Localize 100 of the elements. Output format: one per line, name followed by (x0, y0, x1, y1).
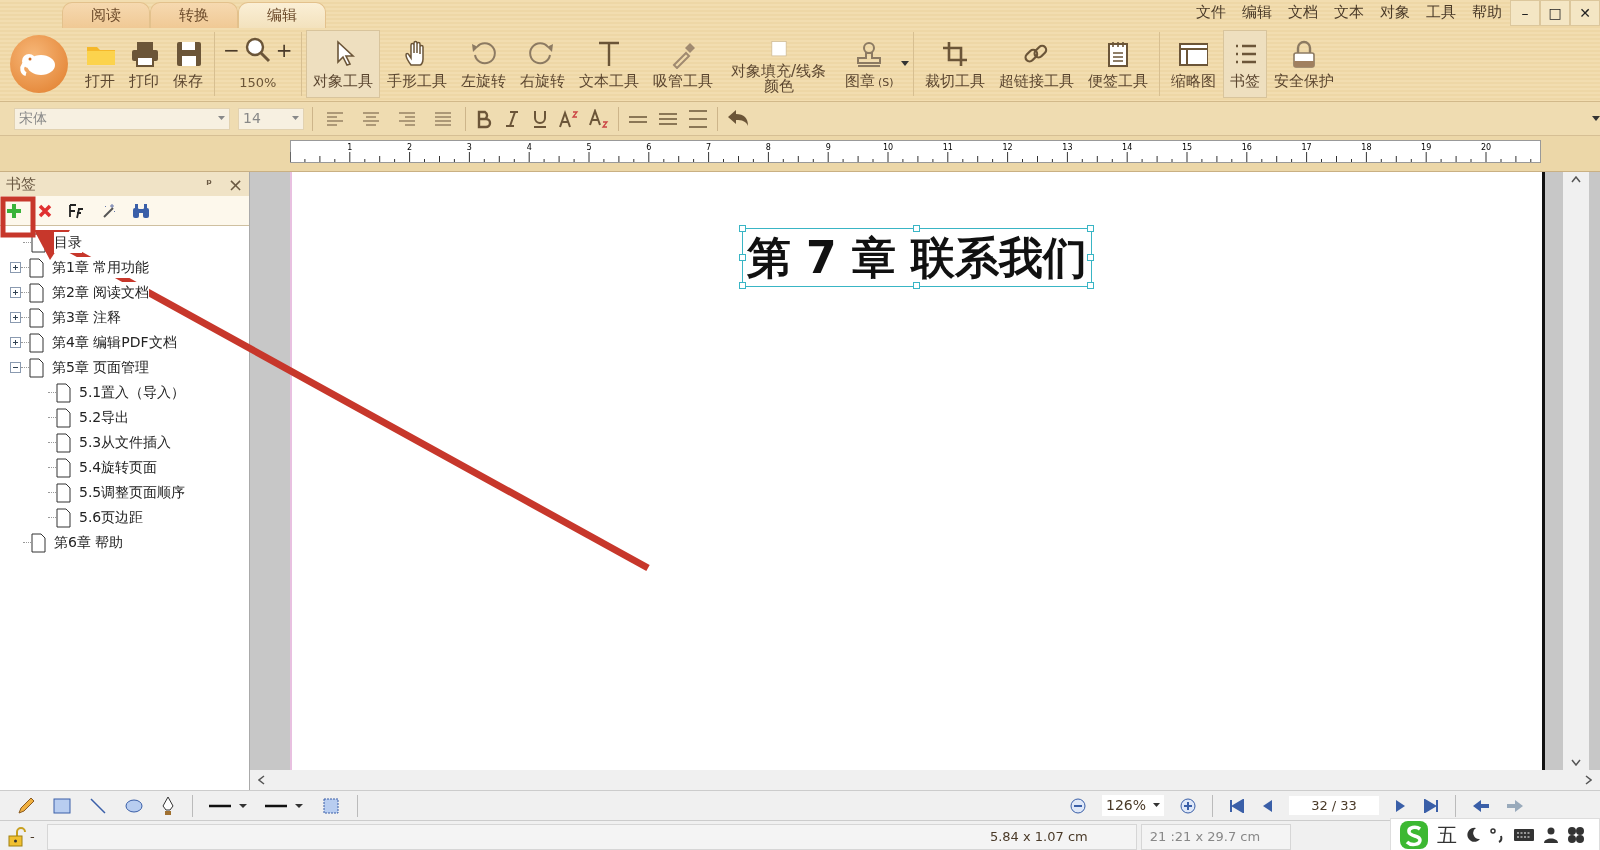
dropdown-caret-icon (218, 116, 225, 121)
toolbar-button[interactable]: 右旋转 (512, 30, 572, 98)
page-icon (56, 382, 71, 403)
zoom-dropdown[interactable]: 126% (1102, 795, 1164, 816)
bookmark-item[interactable]: 5.3从文件插入 (79, 432, 172, 453)
app-logo[interactable] (10, 35, 68, 93)
selection-size: 5.84 x 1.07 cm (989, 827, 1088, 846)
toolbar-button[interactable]: 书签 (1222, 30, 1267, 98)
printer-icon (129, 39, 159, 69)
toolbar-button[interactable]: 保存 (166, 30, 210, 98)
subscript-icon[interactable] (588, 108, 610, 129)
page-icon (31, 532, 46, 553)
expand-icon[interactable] (10, 312, 21, 323)
toolbar-button[interactable]: 便签工具 (1080, 30, 1155, 98)
ruler-number: 18 (1361, 143, 1372, 152)
delete-icon[interactable] (38, 203, 52, 218)
zoom-out-button[interactable]: − (223, 35, 240, 66)
dropdown-caret-icon (1153, 803, 1160, 808)
selection-icon[interactable] (321, 795, 341, 816)
ruler-number: 4 (526, 143, 532, 152)
toolbar-button[interactable]: 吸管工具 (645, 30, 720, 98)
pencil-icon[interactable] (16, 795, 36, 816)
toolbar-button[interactable]: 手形工具 (379, 30, 454, 98)
close-button[interactable]: ✕ (1570, 0, 1600, 26)
bookmark-item[interactable]: 第1章 常用功能 (52, 257, 150, 278)
moon-icon (1465, 827, 1481, 843)
input-mode-label[interactable]: 五 (1437, 820, 1457, 850)
page-icon (29, 332, 44, 353)
toolbar-button[interactable]: 对象填充/线条颜色 (719, 30, 838, 98)
menu-item[interactable]: 对象 (1372, 0, 1418, 24)
binoculars-icon[interactable] (132, 202, 150, 219)
toolbar-button[interactable]: 打印 (122, 30, 166, 98)
toolbar-button[interactable]: 对象工具 (305, 30, 380, 98)
ruler-number: 13 (1062, 143, 1073, 152)
page-icon (29, 357, 44, 378)
collapse-icon[interactable] (10, 362, 21, 373)
toolbar-button[interactable]: 超链接工具 (991, 30, 1081, 98)
horizontal-scrollbar[interactable] (250, 770, 1600, 790)
close-button[interactable]: × (227, 170, 243, 198)
toolbar-button[interactable]: 打开 (78, 30, 122, 98)
ruler-number: 9 (825, 143, 831, 152)
menu-item[interactable]: 编辑 (1234, 0, 1280, 24)
menu-item[interactable]: 文件 (1188, 0, 1234, 24)
menu-item[interactable]: 帮助 (1464, 0, 1510, 24)
punctuation-icon (1489, 827, 1505, 843)
resize-handle[interactable] (913, 282, 920, 290)
ruler-number: 10 (882, 143, 894, 152)
back-arrow-icon[interactable] (1472, 798, 1490, 813)
superscript-icon[interactable] (558, 108, 580, 129)
next-page-icon[interactable] (1395, 798, 1407, 813)
resize-handle[interactable] (738, 253, 746, 261)
padlock-icon[interactable] (8, 826, 26, 847)
line-spacing-icon[interactable] (687, 108, 709, 129)
page-icon (56, 507, 71, 528)
resize-handle[interactable] (1087, 225, 1095, 232)
bookmark-item[interactable]: 目录 (54, 232, 82, 253)
font-style-icon[interactable] (68, 202, 84, 219)
page-icon (56, 457, 71, 478)
input-method-bar[interactable]: 五 (1390, 818, 1600, 850)
resize-handle[interactable] (913, 225, 920, 232)
expand-icon[interactable] (10, 262, 21, 273)
ribbon-tab[interactable]: 阅读 (62, 2, 150, 28)
toolbar-button[interactable]: 图章 (S) (837, 30, 901, 98)
toolbar-button[interactable]: 安全保护 (1266, 30, 1341, 98)
previous-page-icon[interactable] (1261, 798, 1273, 813)
add-icon[interactable] (6, 202, 22, 219)
resize-handle[interactable] (1087, 253, 1095, 261)
toolbar-button[interactable]: 裁切工具 (917, 30, 992, 98)
expand-icon[interactable] (10, 337, 21, 348)
menu-item[interactable]: 文档 (1280, 0, 1326, 24)
person-icon (1543, 827, 1559, 843)
menu-item[interactable]: 工具 (1418, 0, 1464, 24)
vertical-scrollbar[interactable] (1563, 172, 1589, 770)
resize-handle[interactable] (738, 225, 746, 232)
page-number-field[interactable]: 32 / 33 (1289, 795, 1379, 816)
pin-button[interactable]: ᵖ (206, 175, 212, 193)
zoom-out-icon[interactable] (1070, 797, 1086, 814)
dropdown-caret-icon[interactable] (1592, 115, 1600, 122)
line-icon[interactable] (88, 795, 108, 816)
first-page-icon[interactable] (1229, 798, 1245, 813)
zoom-in-icon[interactable] (1180, 797, 1196, 814)
ribbon-tab[interactable]: 转换 (150, 2, 238, 28)
scroll-down-icon (1571, 759, 1581, 766)
minimize-button[interactable]: – (1510, 0, 1540, 26)
toolbar-button[interactable]: 左旋转 (453, 30, 513, 98)
ribbon-tab[interactable]: 编辑 (238, 2, 326, 28)
four-leaf-icon (1567, 826, 1585, 844)
page-icon (56, 407, 71, 428)
resize-handle[interactable] (1087, 282, 1095, 290)
pen-nib-icon[interactable] (160, 795, 176, 816)
rectangle-icon[interactable] (52, 795, 72, 816)
maximize-button[interactable]: □ (1540, 0, 1570, 26)
menu-item[interactable]: 文本 (1326, 0, 1372, 24)
expand-icon[interactable] (10, 287, 21, 298)
zoom-in-button[interactable]: + (275, 35, 293, 66)
resize-handle[interactable] (738, 282, 746, 290)
toolbar-button[interactable]: 文本工具 (571, 30, 646, 98)
toolbar-button[interactable]: 缩略图 (1163, 30, 1223, 98)
dropdown-caret-icon (900, 61, 909, 67)
last-page-icon[interactable] (1423, 798, 1439, 813)
